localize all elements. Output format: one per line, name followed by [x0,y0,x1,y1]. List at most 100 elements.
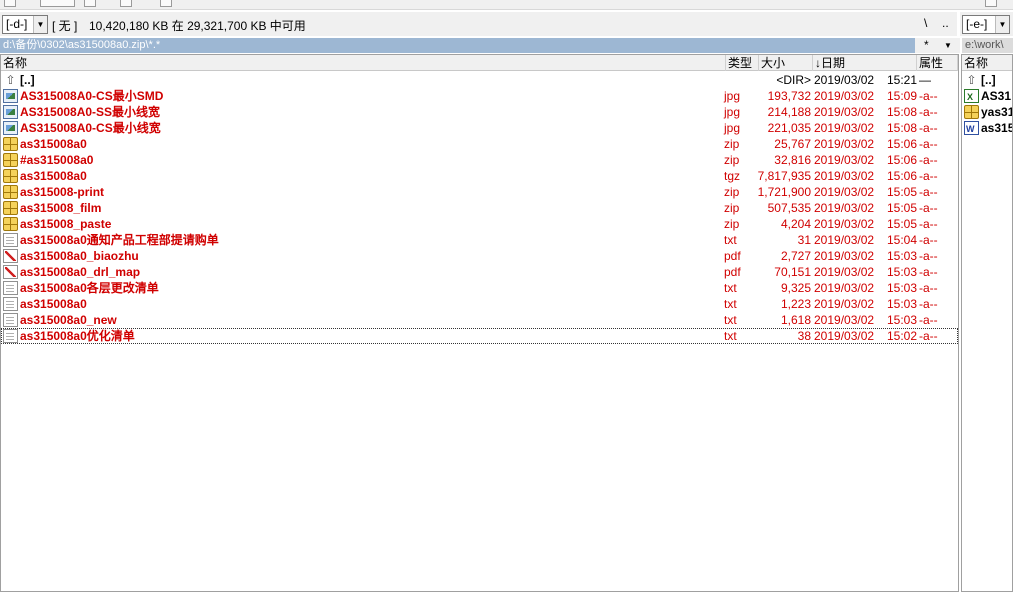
file-row[interactable]: as315008_film zip 507,535 2019/03/02 15:05 -a… [1,200,958,216]
file-time: 15:08 [887,105,918,119]
root-dir-button[interactable]: \ [924,16,927,30]
file-row[interactable]: AS315008A0-SS最小线宽 jpg 214,188 2019/03/02 15:… [1,104,958,120]
file-time: 15:03 [887,281,918,295]
file-attr: -a-- [919,329,938,343]
word-icon [964,121,979,137]
image-icon [3,121,18,135]
file-type: txt [724,281,737,295]
file-date: 2019/03/02 [814,329,875,343]
file-row[interactable]: yas31 [962,104,1012,120]
text-file-icon [3,313,18,327]
file-date: 2019/03/02 [814,265,875,279]
file-row[interactable]: as315008a0 zip 25,767 2019/03/02 15:06 -a-- [1,136,958,152]
file-size: 32,816 [774,153,811,167]
right-drive-bar: [-e-] ▼ [960,12,1013,36]
toolbar-button[interactable] [985,0,997,7]
file-row[interactable]: #as315008a0 zip 32,816 2019/03/02 15:06 -a-- [1,152,958,168]
file-date: 2019/03/02 [814,169,875,183]
file-date: 2019/03/02 [814,89,875,103]
file-attr: -a-- [919,169,938,183]
file-name: as315008_paste [20,217,112,231]
file-row[interactable]: as315008a0 txt 1,223 2019/03/02 15:03 -a-- [1,296,958,312]
toolbar-button[interactable] [4,0,16,7]
file-size: 31 [797,233,811,247]
column-header-row: 名称 [962,55,1012,71]
file-size: 2,727 [780,249,811,263]
column-date[interactable]: ↓日期 [813,55,917,71]
right-drive-select[interactable]: [-e-] ▼ [962,15,1010,34]
text-file-icon [3,329,18,343]
file-date: 2019/03/02 [814,121,875,135]
toolbar-button[interactable] [120,0,132,7]
file-size: 1,223 [780,297,811,311]
file-row[interactable]: AS315008A0-CS最小SMD jpg 193,732 2019/03/02 15… [1,88,958,104]
file-row[interactable]: as315008a0 tgz 7,817,935 2019/03/02 15:06 -a-… [1,168,958,184]
file-time: 15:03 [887,265,918,279]
image-icon [3,105,18,119]
file-size: 25,767 [774,137,811,151]
filter-bar: * ▼ [915,38,960,53]
file-attr: -a-- [919,185,938,199]
file-row[interactable]: as315008-print zip 1,721,900 2019/03/02 15:0… [1,184,958,200]
text-file-icon [3,297,18,311]
file-name: as315008a0通知产品工程部提请购单 [20,233,219,247]
file-type: txt [724,329,737,343]
chevron-down-icon[interactable]: ▼ [944,38,952,53]
filter-label[interactable]: * [924,38,929,53]
archive-icon [3,185,18,199]
file-row[interactable]: as315008a0优化清单 txt 38 2019/03/02 15:02 -a-- [1,328,958,344]
toolbar-button[interactable] [160,0,172,7]
archive-icon [3,201,18,215]
file-date: 2019/03/02 [814,233,875,247]
file-row[interactable]: ⇧ [..] <DIR> 2019/03/02 15:21— [1,72,958,88]
left-file-list[interactable]: 名称 类型 大小 ↓日期 属性 ⇧ [..] <DIR> 2019/03/02 15:2… [0,54,959,592]
file-type: jpg [724,89,741,103]
column-name[interactable]: 名称 [1,55,726,71]
file-type: txt [724,313,737,327]
right-path-bar[interactable]: e:\work\ [962,38,1013,53]
file-row[interactable]: as315008a0_biaozhu pdf 2,727 2019/03/02 15:0… [1,248,958,264]
file-row[interactable]: as315008a0_new txt 1,618 2019/03/02 15:03 -a-… [1,312,958,328]
file-row[interactable]: AS31 [962,88,1012,105]
file-name: #as315008a0 [20,153,94,167]
file-size: 193,732 [767,89,811,103]
excel-icon [964,89,979,105]
right-file-list[interactable]: 名称 ⇧ [..] AS31 yas31 as315 [961,54,1013,592]
text-file-icon [3,233,18,247]
column-attr[interactable]: 属性 [917,55,958,71]
file-row[interactable]: as315 [962,120,1012,137]
file-size: 507,535 [767,201,811,215]
file-size: 214,188 [767,105,811,119]
column-type[interactable]: 类型 [726,55,759,71]
left-drive-label: [-d-] [6,17,28,31]
parent-dir-button[interactable]: .. [942,16,949,30]
file-row[interactable]: as315008a0_drl_map pdf 70,151 2019/03/02 15:… [1,264,958,280]
archive-icon [3,217,18,231]
file-row[interactable]: as315008a0各层更改清单 txt 9,325 2019/03/02 15:03-… [1,280,958,296]
file-attr: -a-- [919,153,938,167]
toolbar-button[interactable] [84,0,96,7]
file-type: txt [724,297,737,311]
file-row[interactable]: as315008_paste zip 4,204 2019/03/02 15:05 -a-… [1,216,958,232]
file-type: jpg [724,105,741,119]
file-type: zip [724,137,740,151]
file-row[interactable]: ⇧ [..] [962,72,1012,88]
toolbar-button[interactable] [40,0,75,7]
file-row[interactable]: as315008a0通知产品工程部提请购单 txt 31 2019/03/02 15:0… [1,232,958,248]
file-date: 2019/03/02 [814,73,875,87]
file-type: zip [724,153,740,167]
file-row[interactable]: AS315008A0-CS最小线宽 jpg 221,035 2019/03/02 15:… [1,120,958,136]
file-size: 4,204 [780,217,811,231]
file-name: as315008_film [20,201,102,215]
file-size: <DIR> [776,73,811,87]
column-size[interactable]: 大小 [759,55,813,71]
left-path-bar[interactable]: d:\备份\0302\as315008a0.zip\*.* [0,38,915,53]
file-time: 15:04 [887,233,918,247]
file-attr: -a-- [919,281,938,295]
file-attr: -a-- [919,105,938,119]
file-name: AS31 [981,89,1012,103]
column-name[interactable]: 名称 [962,55,1012,71]
left-drive-select[interactable]: [-d-] ▼ [2,15,48,34]
volume-label: [ 无 ] [52,19,78,33]
archive-icon [3,137,18,151]
